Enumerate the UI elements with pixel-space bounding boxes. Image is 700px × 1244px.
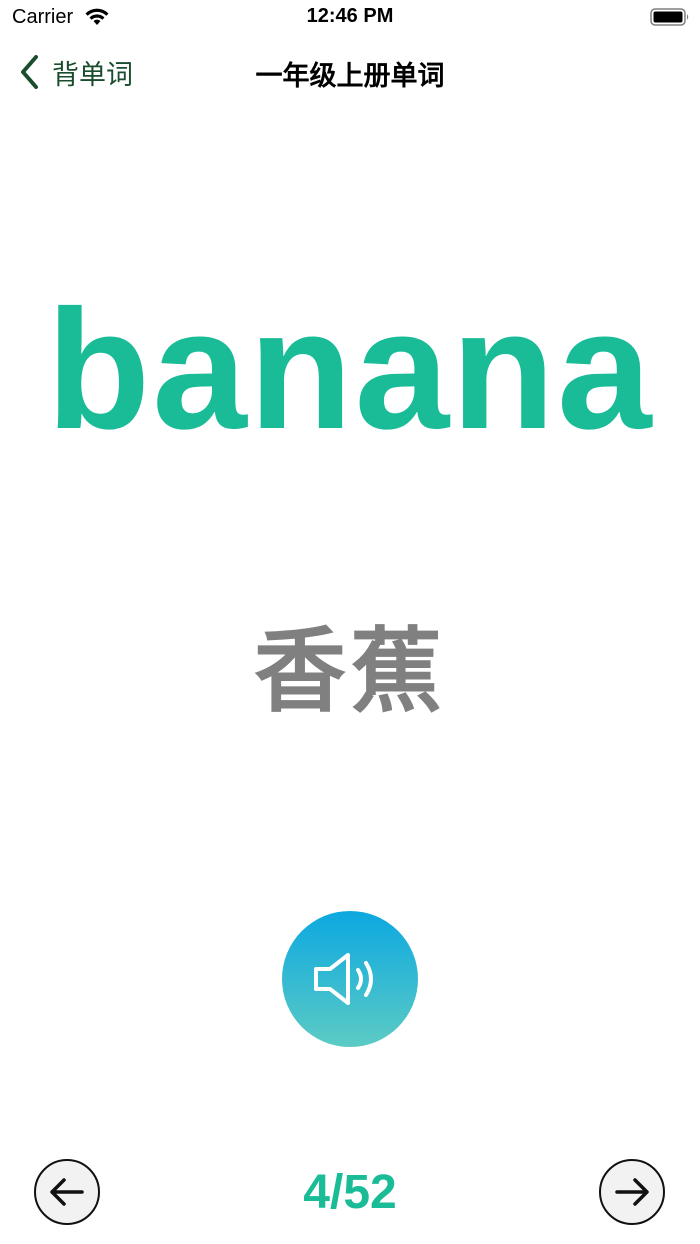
play-pronunciation-button[interactable] (282, 911, 418, 1047)
status-time: 12:46 PM (306, 5, 394, 27)
back-label: 背单词 (52, 59, 133, 91)
navigation-bar: 背单词 一年级上册单词 (0, 40, 700, 104)
chinese-translation: 香蕉 (253, 618, 446, 725)
english-word: banana (46, 275, 654, 465)
status-bar: Carrier 12:46 PM (0, 0, 700, 36)
arrow-left-icon (50, 1178, 84, 1206)
arrow-right-icon (615, 1178, 649, 1206)
chevron-left-icon (21, 55, 38, 89)
previous-word-button[interactable] (34, 1159, 100, 1225)
word-card-screen: Carrier 12:46 PM 背单词 一年级上册单词 banana 香蕉 4… (0, 0, 700, 1244)
progress-counter: 4/52 (303, 1166, 397, 1219)
speaker-icon (314, 953, 373, 1005)
back-button[interactable]: 背单词 (16, 50, 133, 94)
battery-icon (650, 8, 689, 26)
next-word-button[interactable] (599, 1159, 665, 1225)
